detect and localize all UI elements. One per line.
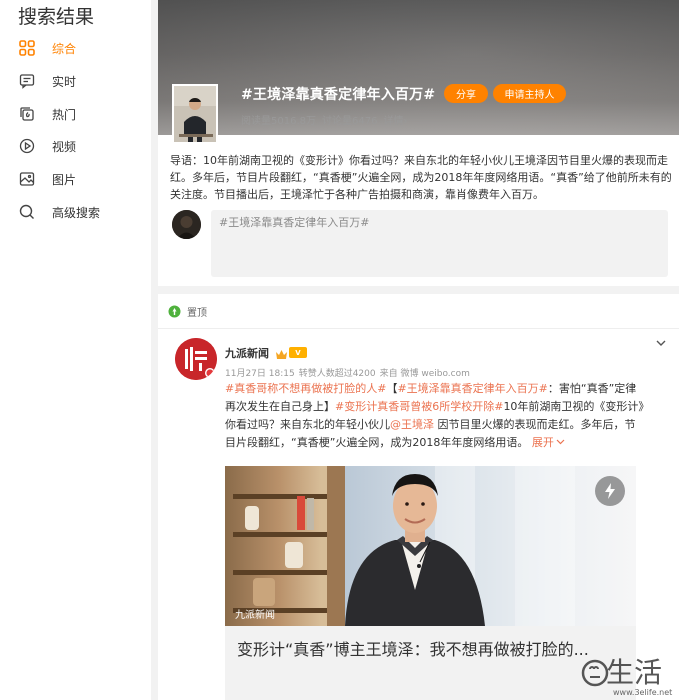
chevron-down-icon[interactable] bbox=[655, 334, 667, 346]
flash-icon[interactable] bbox=[595, 476, 625, 506]
video-thumbnail[interactable]: 九派新闻 bbox=[225, 466, 636, 626]
sidebar-title: 搜索结果 bbox=[18, 6, 95, 28]
topic-card: #王境泽靠真香定律年入百万# 分享 申请主持人 阅读量5016.8万 讨论量64… bbox=[158, 0, 679, 286]
hashtag-link[interactable]: #真香哥称不想再做被打脸的人# bbox=[225, 382, 386, 395]
post-card: 置顶 九派新闻 V 11月27日 18:15 转赞人数超过4200 来自 微博 … bbox=[158, 294, 679, 700]
search-icon bbox=[18, 203, 36, 221]
site-watermark: 生活 www.3elife.net bbox=[578, 650, 679, 700]
sidebar-item-label: 实时 bbox=[52, 74, 77, 89]
hashtag-link[interactable]: #变形计真香哥曾被6所学校开除# bbox=[335, 400, 503, 413]
fire-stack-icon bbox=[18, 105, 36, 123]
sidebar-item-label: 综合 bbox=[52, 41, 77, 56]
hashtag-link[interactable]: #王境泽靠真香定律年入百万# bbox=[397, 382, 547, 395]
sidebar-item-realtime[interactable]: 实时 bbox=[18, 70, 76, 92]
site-watermark-word: 生活 bbox=[606, 656, 663, 689]
topic-title[interactable]: #王境泽靠真香定律年入百万# bbox=[241, 84, 435, 104]
post-meta: 11月27日 18:15 转赞人数超过4200 来自 微博 weibo.com bbox=[225, 366, 470, 379]
topic-banner bbox=[158, 0, 679, 135]
video-watermark: 九派新闻 bbox=[235, 610, 275, 621]
topic-stats: 阅读量5016.8万 讨论量6476 详情› bbox=[241, 112, 407, 127]
pinned-label: 置顶 bbox=[168, 304, 207, 319]
divider bbox=[158, 328, 679, 329]
play-circle-icon bbox=[18, 137, 36, 155]
sidebar-item-image[interactable]: 图片 bbox=[18, 168, 76, 190]
grid-icon bbox=[18, 39, 36, 57]
avatar[interactable] bbox=[172, 210, 201, 239]
sidebar-item-video[interactable]: 视频 bbox=[18, 135, 76, 157]
crown-icon bbox=[275, 346, 288, 359]
bookshelf-background bbox=[225, 466, 345, 626]
sidebar-item-advanced-search[interactable]: 高级搜索 bbox=[18, 201, 100, 223]
post-source: 来自 微博 weibo.com bbox=[379, 369, 470, 379]
discussion-count: 讨论量6476 bbox=[322, 116, 378, 127]
pin-icon bbox=[168, 305, 181, 318]
topic-thumbnail[interactable] bbox=[172, 84, 218, 144]
expand-link[interactable]: 展开 bbox=[532, 436, 565, 449]
post-text: #真香哥称不想再做被打脸的人#【#王境泽靠真香定律年入百万#：害怕“真香”定律再… bbox=[225, 382, 644, 449]
sidebar-item-hot[interactable]: 热门 bbox=[18, 103, 76, 125]
post-date[interactable]: 11月27日 18:15 bbox=[225, 366, 295, 379]
author-name[interactable]: 九派新闻 bbox=[225, 345, 269, 361]
comment-input[interactable]: #王境泽靠真香定律年入百万# bbox=[211, 210, 668, 277]
sidebar: 搜索结果 综合 实时 热门 视频 图片 高级搜索 bbox=[0, 0, 151, 700]
sidebar-item-label: 高级搜索 bbox=[52, 205, 101, 220]
vip-badge: V bbox=[289, 347, 307, 358]
mention-link[interactable]: @王境泽 bbox=[390, 418, 434, 431]
details-link[interactable]: 详情› bbox=[383, 112, 407, 127]
author-avatar[interactable] bbox=[175, 338, 217, 380]
sidebar-item-label: 热门 bbox=[52, 107, 77, 122]
sidebar-item-label: 视频 bbox=[52, 139, 77, 154]
apply-host-button[interactable]: 申请主持人 bbox=[493, 84, 566, 103]
sidebar-item-label: 图片 bbox=[52, 172, 77, 187]
sidebar-item-comprehensive[interactable]: 综合 bbox=[18, 37, 76, 59]
topic-intro: 导语：10年前湖南卫视的《变形计》你看过吗？来自东北的年轻小伙儿王境泽因节目里火… bbox=[170, 154, 672, 201]
message-square-icon bbox=[18, 72, 36, 90]
person-image bbox=[335, 466, 495, 626]
image-icon bbox=[18, 170, 36, 188]
video-caption[interactable]: 变形计“真香”博主王境泽：我不想再做被打脸的... bbox=[225, 626, 636, 700]
share-button[interactable]: 分享 bbox=[444, 84, 488, 103]
site-watermark-url: www.3elife.net bbox=[613, 688, 673, 697]
read-count: 阅读量5016.8万 bbox=[241, 116, 316, 127]
repost-count: 转赞人数超过4200 bbox=[298, 369, 376, 379]
